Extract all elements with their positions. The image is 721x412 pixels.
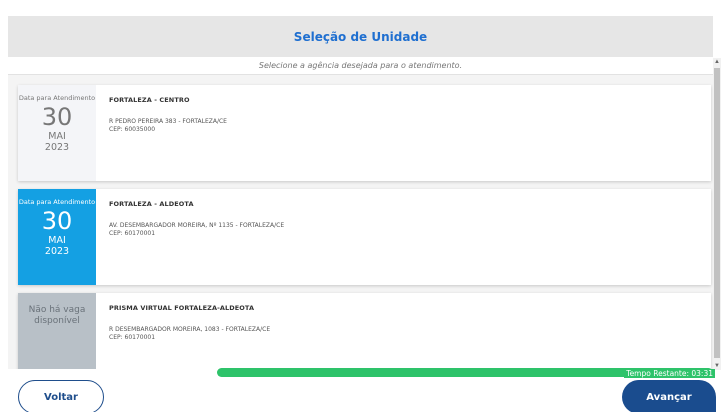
unit-name: FORTALEZA - CENTRO — [109, 96, 190, 104]
scroll-thumb[interactable] — [714, 68, 720, 358]
scrollbar[interactable]: ▲ ▼ — [713, 58, 721, 370]
unavailable-box: Não há vaga disponível — [18, 293, 96, 369]
date-label: Data para Atendimento — [18, 198, 96, 206]
page-header: Seleção de Unidade — [8, 16, 713, 57]
back-button[interactable]: Voltar — [18, 380, 104, 412]
unit-card-prisma-virtual[interactable]: Não há vaga disponível PRISMA VIRTUAL FO… — [18, 293, 711, 369]
subtitle-bar: Selecione a agência desejada para o aten… — [8, 57, 713, 75]
scroll-up-arrow-icon[interactable]: ▲ — [714, 59, 720, 65]
unit-address: AV. DESEMBARGADOR MOREIRA, Nº 1135 - FOR… — [109, 222, 285, 229]
date-box: Data para Atendimento 30 MAI 2023 — [18, 85, 96, 181]
unit-name: FORTALEZA - ALDEOTA — [109, 200, 194, 208]
unit-card-centro[interactable]: Data para Atendimento 30 MAI 2023 FORTAL… — [18, 85, 711, 181]
date-day: 30 — [41, 207, 73, 235]
page-title: Seleção de Unidade — [293, 29, 428, 44]
date-label: Data para Atendimento — [18, 94, 96, 102]
unit-cep: CEP: 60035000 — [109, 126, 156, 133]
unit-name: PRISMA VIRTUAL FORTALEZA-ALDEOTA — [109, 304, 255, 312]
unit-info: PRISMA VIRTUAL FORTALEZA-ALDEOTA R DESEM… — [96, 293, 270, 369]
date-year: 2023 — [44, 142, 70, 153]
date-year: 2023 — [44, 246, 70, 257]
date-month: MAI — [48, 131, 66, 142]
page-subtitle: Selecione a agência desejada para o aten… — [258, 61, 463, 70]
unit-cep: CEP: 60170001 — [109, 230, 156, 237]
unit-info: FORTALEZA - ALDEOTA AV. DESEMBARGADOR MO… — [96, 189, 284, 285]
unit-list[interactable]: Data para Atendimento 30 MAI 2023 FORTAL… — [8, 75, 713, 369]
unit-cep: CEP: 60170001 — [109, 334, 156, 341]
unit-card-aldeota[interactable]: Data para Atendimento 30 MAI 2023 FORTAL… — [18, 189, 711, 285]
date-day: 30 — [41, 103, 73, 131]
date-box-selected: Data para Atendimento 30 MAI 2023 — [18, 189, 96, 285]
unit-info: FORTALEZA - CENTRO R PEDRO PEREIRA 383 -… — [96, 85, 227, 181]
unit-address: R PEDRO PEREIRA 383 - FORTALEZA/CE — [109, 118, 227, 125]
unit-address: R DESEMBARGADOR MOREIRA, 1083 - FORTALEZ… — [109, 326, 271, 333]
unavailable-label: Não há vaga disponível — [28, 305, 86, 326]
date-month: MAI — [48, 235, 66, 246]
next-button[interactable]: Avançar — [622, 380, 716, 412]
time-remaining: Tempo Restante: 03:31 — [624, 369, 715, 378]
unit-selection-page: Seleção de Unidade Selecione a agência d… — [0, 0, 721, 412]
